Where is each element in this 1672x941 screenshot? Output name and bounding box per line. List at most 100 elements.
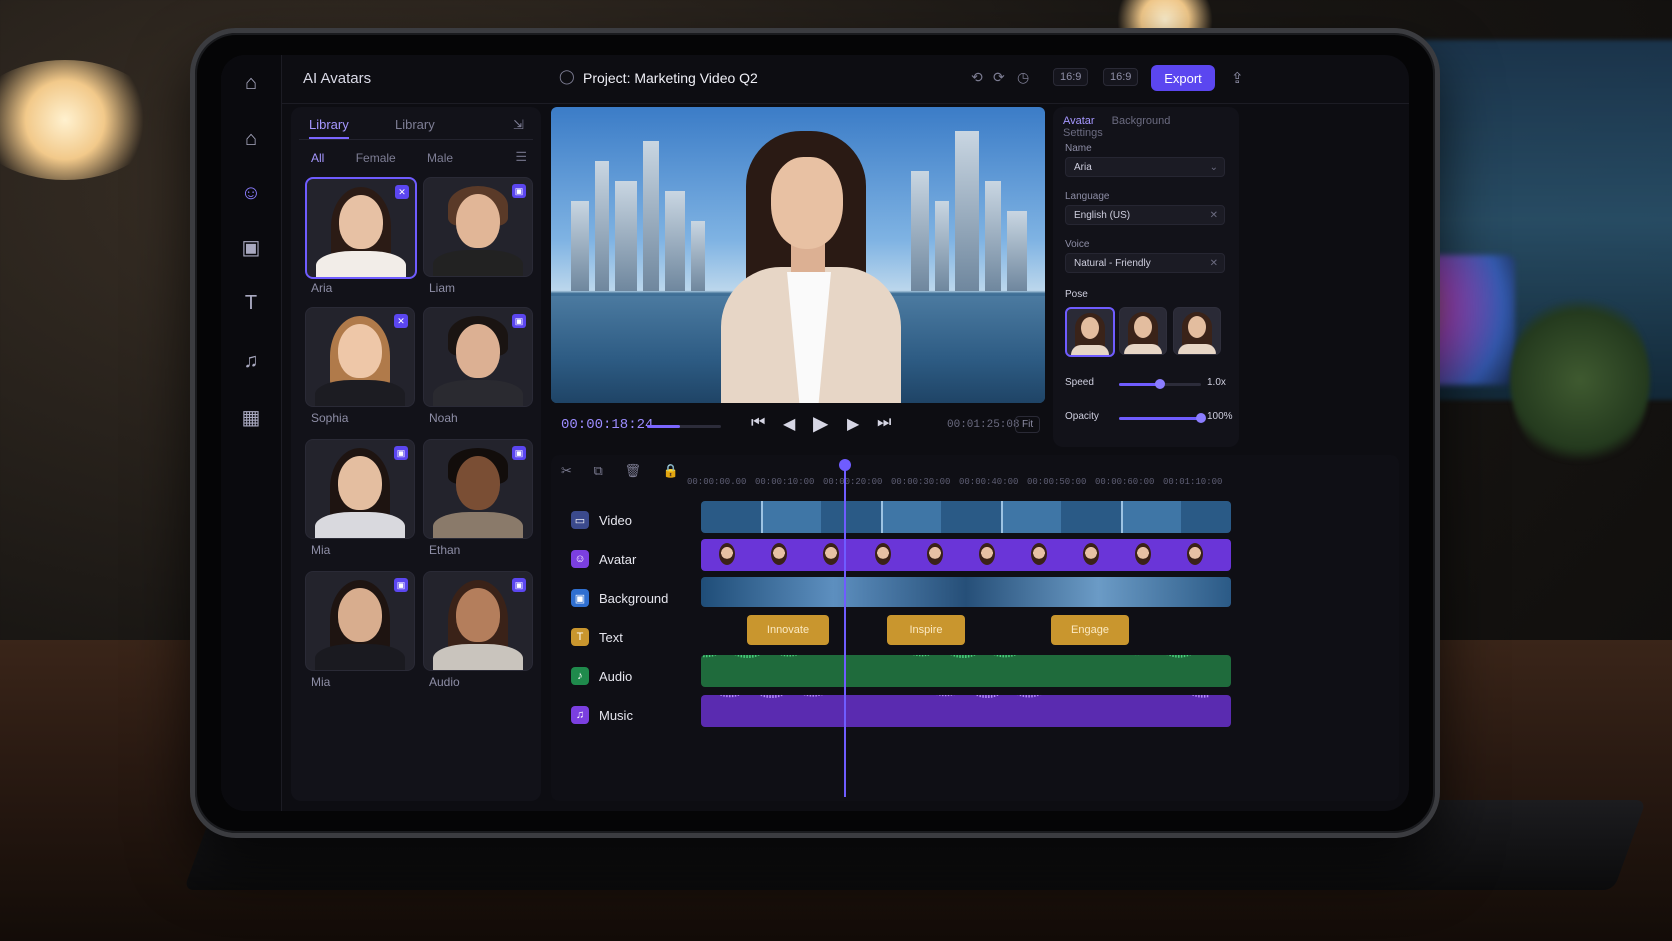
- history-icon[interactable]: ◷: [1017, 69, 1029, 86]
- property-tabs: Avatar Background Settings: [1063, 115, 1239, 139]
- share-icon[interactable]: ⇪: [1231, 69, 1244, 87]
- home-icon[interactable]: ⌂: [235, 67, 267, 99]
- top-bar: AI Avatars ◯ Project: Marketing Video Q2…: [281, 55, 1409, 104]
- scrub-bar[interactable]: [647, 425, 721, 428]
- music-clip[interactable]: [701, 695, 1231, 727]
- avatar-frame-thumbnail: [719, 543, 735, 565]
- undo-icon[interactable]: ⟲: [971, 69, 983, 86]
- home-nav-icon[interactable]: ⌂: [235, 123, 267, 155]
- export-button[interactable]: Export: [1151, 65, 1215, 91]
- previous-frame-icon[interactable]: ◀: [783, 414, 795, 434]
- aspect-ratio-a[interactable]: 16:9: [1053, 68, 1089, 86]
- skip-end-icon[interactable]: ⏭: [877, 414, 891, 432]
- delete-icon[interactable]: 🗑: [624, 463, 641, 478]
- track-music[interactable]: ♫ Music: [571, 706, 633, 724]
- tab-library-alt[interactable]: Library: [395, 117, 435, 132]
- track-avatar[interactable]: ☺ Avatar: [571, 550, 636, 568]
- avatar-name: Ethan: [429, 543, 461, 557]
- filter-icon[interactable]: ☰: [515, 149, 527, 165]
- background-icon: ▣: [571, 589, 589, 607]
- ruler-tick: 00:00:40:00: [959, 477, 1019, 487]
- project-title: Project: Marketing Video Q2: [583, 70, 758, 86]
- avatar-card-ethan[interactable]: ▣: [423, 439, 533, 539]
- clear-icon[interactable]: ✕: [1210, 254, 1218, 274]
- clear-icon[interactable]: ✕: [1210, 206, 1218, 226]
- avatar-card-audio[interactable]: ▣: [423, 571, 533, 671]
- avatar-card-liam[interactable]: ▣: [423, 177, 533, 277]
- pose-label: Pose: [1065, 289, 1088, 300]
- text-icon[interactable]: T: [235, 287, 267, 319]
- speed-slider-handle[interactable]: [1155, 379, 1165, 389]
- pose-option-2[interactable]: [1119, 307, 1167, 355]
- opacity-value: 100%: [1207, 411, 1233, 422]
- avatar-frame-thumbnail: [1031, 543, 1047, 565]
- chevron-down-icon: ⌄: [1209, 162, 1218, 173]
- timeline-ruler[interactable]: 00:00:00.00 00:00:10:00 00:00:20:00 00:0…: [687, 477, 1389, 493]
- apps-icon[interactable]: ▦: [235, 401, 267, 433]
- avatar-name: Sophia: [311, 411, 349, 425]
- playhead[interactable]: [839, 459, 851, 797]
- audio-clip[interactable]: [701, 655, 1231, 687]
- opacity-label: Opacity: [1065, 411, 1099, 422]
- pose-option-1[interactable]: [1065, 307, 1115, 357]
- avatar-badge-icon: ▣: [512, 184, 526, 198]
- voice-select[interactable]: Natural - Friendly ✕: [1065, 253, 1225, 273]
- tab-library[interactable]: Library: [309, 117, 349, 139]
- fit-dropdown[interactable]: Fit: [1015, 416, 1041, 433]
- voice-label: Voice: [1065, 239, 1090, 250]
- opacity-slider-handle[interactable]: [1196, 413, 1206, 423]
- text-icon: T: [571, 628, 589, 646]
- play-icon[interactable]: ▶: [813, 411, 828, 436]
- media-icon[interactable]: ▣: [235, 231, 267, 263]
- filter-male[interactable]: Male: [427, 151, 453, 165]
- pose-option-3[interactable]: [1173, 307, 1221, 355]
- text-clip[interactable]: Inspire: [887, 615, 965, 645]
- avatar-card-sophia[interactable]: ✕: [305, 307, 415, 407]
- avatar-badge-icon: ✕: [394, 314, 408, 328]
- avatar-card-noah[interactable]: ▣: [423, 307, 533, 407]
- name-field[interactable]: Aria ⌄: [1065, 157, 1225, 177]
- gender-filters: All Female Male: [311, 151, 481, 165]
- video-preview[interactable]: [551, 107, 1045, 403]
- avatar-name: Mia: [311, 543, 331, 557]
- tab-background[interactable]: Background: [1112, 115, 1171, 127]
- avatar-card-mia-2[interactable]: ▣: [305, 571, 415, 671]
- avatar-clip[interactable]: [701, 539, 1231, 571]
- avatar-frame-thumbnail: [1135, 543, 1151, 565]
- avatar-icon[interactable]: ☺: [235, 177, 267, 209]
- tab-settings[interactable]: Settings: [1063, 127, 1103, 139]
- track-video[interactable]: ▭ Video: [571, 511, 632, 529]
- tab-avatar[interactable]: Avatar: [1063, 115, 1095, 127]
- video-clip[interactable]: [701, 501, 1231, 533]
- app-title: AI Avatars: [303, 70, 372, 87]
- next-frame-icon[interactable]: ▶: [847, 414, 859, 434]
- skip-start-icon[interactable]: ⏮: [751, 414, 765, 432]
- filter-all[interactable]: All: [311, 151, 324, 165]
- avatar-name: Noah: [429, 411, 458, 425]
- project-label: Project:: [583, 70, 631, 86]
- avatar-frame-thumbnail: [1083, 543, 1099, 565]
- track-label: Audio: [599, 668, 633, 684]
- scissors-icon[interactable]: ✂: [561, 463, 572, 478]
- collapse-icon[interactable]: ⇲: [513, 117, 524, 133]
- redo-icon[interactable]: ⟳: [993, 69, 1005, 86]
- speed-slider[interactable]: [1119, 379, 1201, 389]
- background-clip[interactable]: [701, 577, 1231, 607]
- track-background[interactable]: ▣ Background: [571, 589, 668, 607]
- opacity-slider[interactable]: [1119, 413, 1206, 423]
- copy-icon[interactable]: ⧉: [594, 463, 603, 478]
- aspect-ratio-b[interactable]: 16:9: [1103, 68, 1139, 86]
- music-icon[interactable]: ♫: [235, 345, 267, 377]
- name-value: Aria: [1074, 162, 1092, 173]
- avatar-card-aria[interactable]: ✕: [305, 177, 417, 279]
- lock-icon[interactable]: 🔒: [663, 463, 679, 478]
- text-clip[interactable]: Innovate: [747, 615, 829, 645]
- avatar-card-mia[interactable]: ▣: [305, 439, 415, 539]
- language-select[interactable]: English (US) ✕: [1065, 205, 1225, 225]
- text-clip[interactable]: Engage: [1051, 615, 1129, 645]
- track-text[interactable]: T Text: [571, 628, 623, 646]
- track-audio[interactable]: ♪ Audio: [571, 667, 632, 685]
- avatar-library-panel: Library Library ⇲ All Female Male ☰ ✕ Ar…: [291, 107, 541, 801]
- ruler-tick: 00:00:60:00: [1095, 477, 1155, 487]
- filter-female[interactable]: Female: [356, 151, 396, 165]
